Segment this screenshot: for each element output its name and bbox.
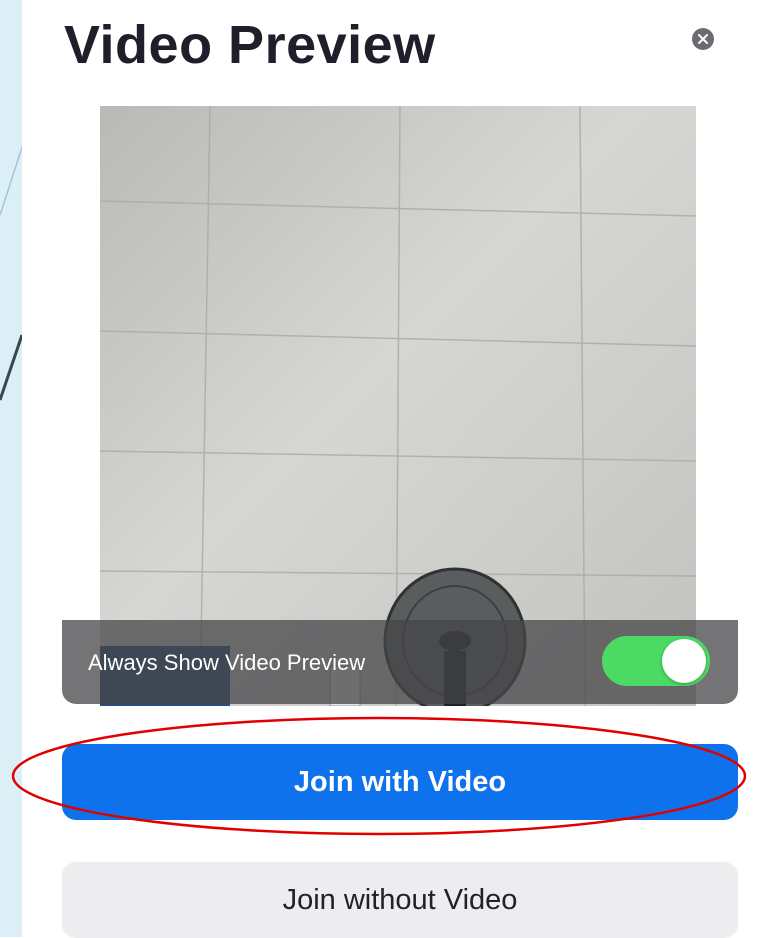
- close-icon[interactable]: [692, 28, 714, 50]
- toggle-knob: [662, 639, 706, 683]
- camera-preview: [100, 106, 696, 706]
- always-show-preview-row: Always Show Video Preview: [62, 620, 738, 704]
- always-show-preview-label: Always Show Video Preview: [88, 650, 366, 675]
- dialog-title: Video Preview: [64, 15, 436, 75]
- camera-feed-image: [100, 106, 696, 706]
- join-with-video-button[interactable]: Join with Video: [62, 744, 738, 820]
- always-show-preview-toggle[interactable]: [602, 636, 710, 686]
- video-preview-dialog: Video Preview Always Show Video Preview …: [11, 0, 782, 938]
- join-without-video-button[interactable]: Join without Video: [62, 862, 738, 938]
